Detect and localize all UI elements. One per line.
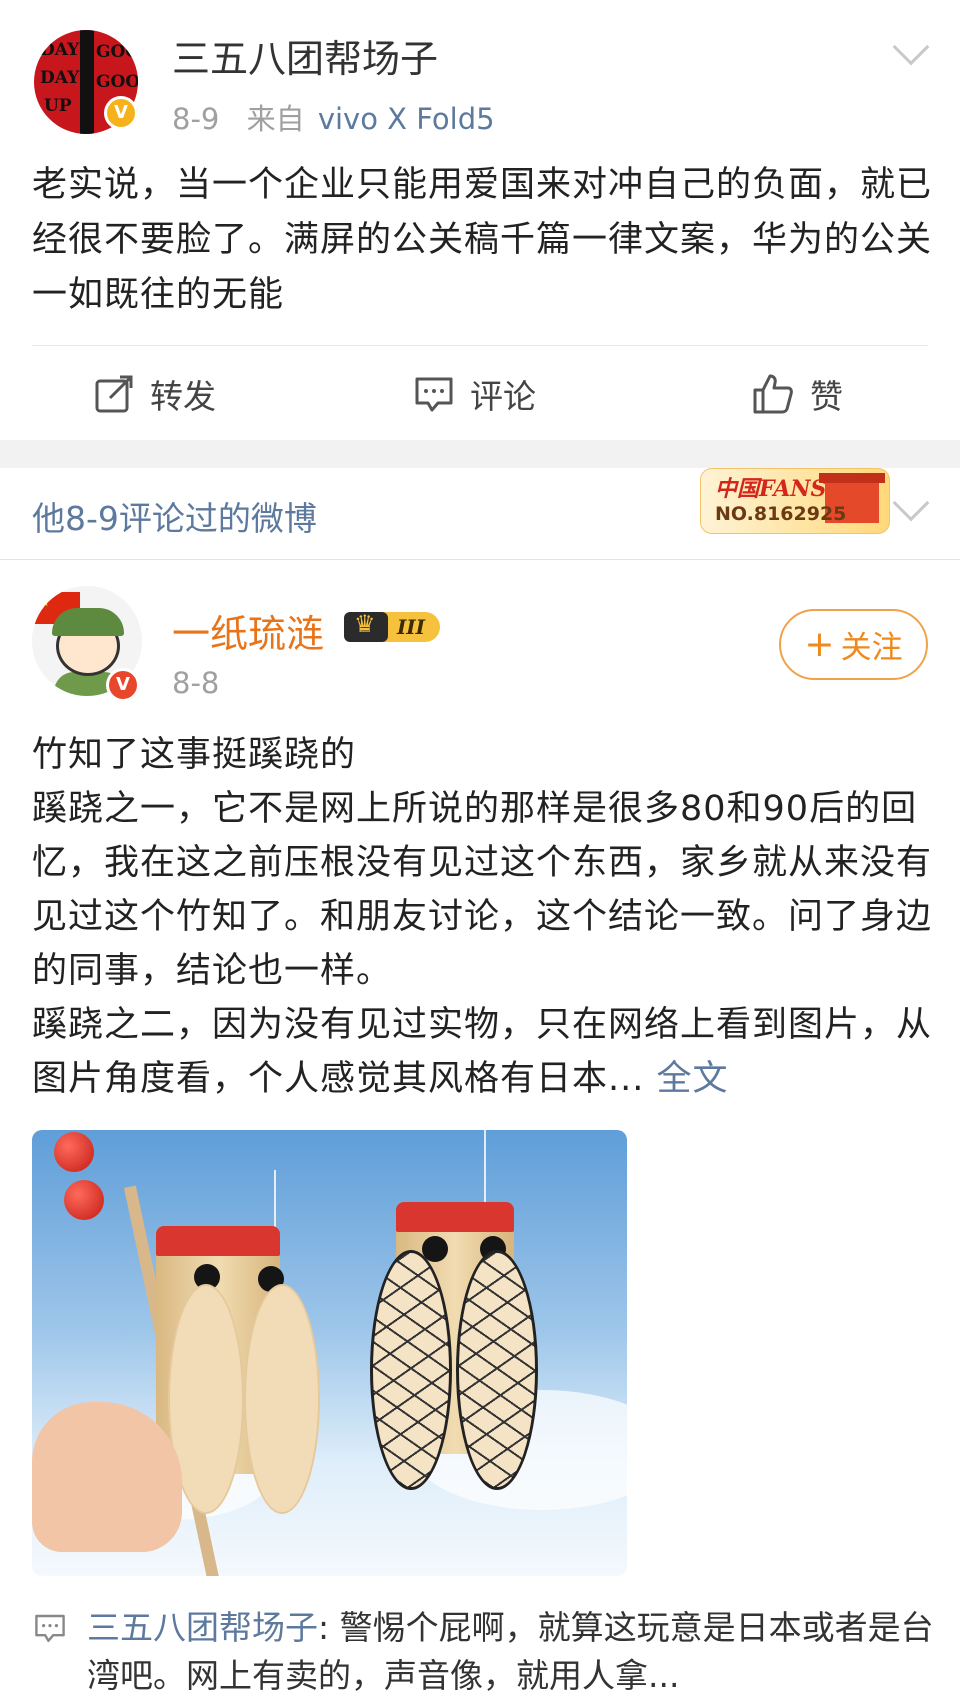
comment-separator: : (318, 1608, 340, 1647)
follow-label: 关注 (840, 630, 903, 666)
chevron-down-icon[interactable] (892, 28, 930, 66)
fans-badge[interactable]: 中国FANS NO.8162925 (700, 468, 890, 534)
avatar-text: UP (44, 96, 72, 116)
thumbs-up-icon (753, 374, 793, 414)
post-date: 8-8 (172, 666, 220, 700)
repost-label: 转发 (150, 377, 216, 416)
crown-icon (344, 610, 388, 642)
post-text-line: 蹊跷之二，因为没有见过实物，只在网络上看到图片，从图片角度看，个人感觉其风格有日… (32, 1005, 933, 1099)
divider (32, 345, 928, 346)
post-date: 8-9 (172, 102, 220, 136)
original-post-card: DAY GOOD DAY GOOD UP V 三五八团帮场子 8-9 来自 vi… (0, 0, 960, 440)
avatar-text: GOOD (96, 72, 138, 92)
avatar-text: DAY (40, 68, 80, 88)
red-bead (64, 1180, 104, 1220)
fans-badge-logo: 中国FANS (715, 476, 827, 502)
chevron-down-icon[interactable] (892, 484, 930, 522)
repost-icon (95, 375, 133, 413)
post-text-line: 竹知了这事挺蹊跷的 (32, 735, 357, 775)
red-bead (54, 1132, 94, 1172)
avatar-text: GOOD (96, 42, 138, 62)
verified-badge-icon: V (106, 668, 140, 702)
post-text: 老实说，当一个企业只能用爱国来对冲自己的负面，就已经很不要脸了。满屏的公关稿千篇… (32, 165, 933, 315)
verified-badge-icon: V (104, 96, 138, 130)
comment-icon (35, 1614, 65, 1642)
read-more-link[interactable]: 全文 (657, 1059, 729, 1099)
commented-posts-header[interactable]: 他8-9评论过的微博 中国FANS NO.8162925 (0, 468, 960, 560)
follow-button[interactable]: + 关注 (779, 609, 928, 680)
post-text-line: 蹊跷之二，因为没有见过实物，只在网络上看到图片，从图片角度看，个人感觉其风格有日… (32, 998, 932, 1106)
repost-button[interactable]: 转发 (94, 360, 216, 428)
fans-badge-number: NO.8162925 (715, 503, 847, 525)
user-comment[interactable]: 三五八团帮场子: 警惕个屁啊，就算这玩意是日本或者是台湾吧。网上有卖的，声音像，… (87, 1604, 937, 1700)
avatar-stripe (80, 30, 94, 134)
post-image[interactable] (32, 1130, 627, 1576)
like-label: 赞 (810, 377, 843, 416)
comment-button[interactable]: 评论 (414, 360, 536, 428)
plus-icon: + (804, 624, 835, 665)
post-author-name[interactable]: 一纸琉涟 (172, 603, 324, 658)
member-crown-badge[interactable]: III (344, 608, 444, 646)
cicada-wing (456, 1250, 538, 1490)
section-gap (0, 440, 960, 468)
post-text: 竹知了这事挺蹊跷的 蹊跷之一，它不是网上所说的那样是很多80和90后的回忆，我在… (32, 728, 932, 1106)
cicada-wing (370, 1250, 452, 1490)
comment-icon (415, 377, 453, 412)
commented-posts-title: 他8-9评论过的微博 (32, 499, 317, 538)
post-actions: 转发 评论 赞 (0, 360, 960, 428)
cicada-wing (244, 1284, 320, 1514)
cicada-band (156, 1226, 280, 1256)
member-level: III (382, 612, 440, 642)
like-button[interactable]: 赞 (752, 360, 843, 428)
cicada-band (396, 1202, 514, 1232)
post-author-name[interactable]: 三五八团帮场子 (172, 28, 438, 83)
source-prefix: 来自 (246, 102, 305, 136)
avatar-cap (52, 608, 124, 636)
post-device[interactable]: vivo X Fold5 (318, 102, 495, 136)
comment-author[interactable]: 三五八团帮场子 (87, 1608, 318, 1647)
post-meta: 8-9 来自 vivo X Fold5 (172, 96, 495, 138)
comment-label: 评论 (470, 377, 536, 416)
post-text-line: 蹊跷之一，它不是网上所说的那样是很多80和90后的回忆，我在这之前压根没有见过这… (32, 789, 933, 991)
avatar-text: DAY (40, 40, 80, 60)
